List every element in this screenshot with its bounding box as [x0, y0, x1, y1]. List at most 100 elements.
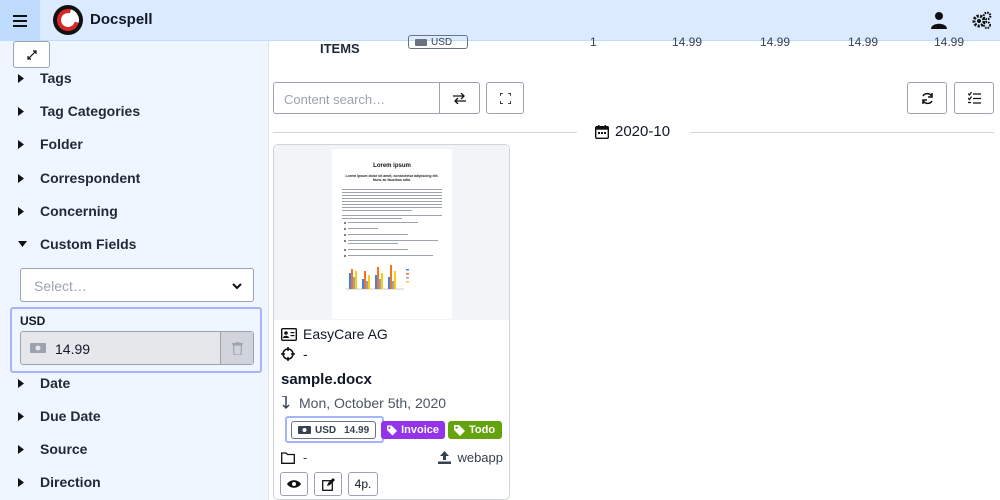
sidebar-item-label: Due Date: [40, 408, 101, 424]
caret-down-icon: [18, 241, 28, 247]
preview-subtitle: Lorem ipsum dolor sit amet, consectetur …: [345, 174, 439, 182]
expand-arrows-icon: [26, 49, 37, 60]
refresh-button[interactable]: [907, 82, 947, 114]
edit-item-button[interactable]: [314, 472, 342, 496]
caret-right-icon: [18, 378, 28, 388]
toggle-search-mode-button[interactable]: [440, 82, 480, 114]
sidebar-item-tags[interactable]: Tags: [18, 67, 72, 89]
user-icon[interactable]: [930, 11, 948, 29]
sidebar-item-label: Concerning: [40, 203, 118, 219]
stats-min: 14.99: [848, 35, 879, 49]
caret-right-icon: [18, 139, 28, 149]
item-source: webapp: [438, 450, 503, 465]
stats-field-badge: USD: [408, 35, 468, 49]
stats-items-label: ITEMS: [320, 41, 360, 56]
exchange-icon: [453, 92, 466, 104]
select-placeholder: Select…: [34, 278, 87, 294]
tag-label: Todo: [469, 424, 496, 436]
custom-field-label: USD: [20, 314, 46, 328]
stats-avg: 14.99: [760, 35, 791, 49]
item-correspondent: EasyCare AG: [281, 326, 388, 342]
sidebar-item-label: Tag Categories: [40, 103, 141, 119]
caret-right-icon: [18, 73, 28, 83]
custom-field-usd: USD 14.99: [10, 307, 262, 373]
custom-field-select[interactable]: Select…: [20, 268, 254, 302]
app-logo[interactable]: [52, 4, 84, 36]
sidebar-item-label: Source: [40, 441, 88, 457]
caret-right-icon: [18, 477, 28, 487]
item-date: Mon, October 5th, 2020: [281, 395, 446, 411]
content-search-input[interactable]: Content search…: [273, 82, 440, 114]
select-mode-button[interactable]: [954, 82, 994, 114]
tag-invoice[interactable]: Invoice: [381, 421, 445, 439]
tag-icon: [454, 424, 465, 436]
sidebar-item-folder[interactable]: Folder: [18, 133, 83, 155]
refresh-icon: [921, 92, 933, 104]
page-count-button[interactable]: 4p.: [348, 472, 378, 496]
sidebar-item-source[interactable]: Source: [18, 438, 87, 460]
expand-icon: [499, 92, 511, 104]
item-card[interactable]: Lorem ipsum Lorem ipsum dolor sit amet, …: [273, 144, 510, 500]
document-thumbnail: Lorem ipsum Lorem ipsum dolor sit amet, …: [332, 149, 452, 319]
money-bill-icon: [30, 343, 46, 353]
sidebar-item-label: Direction: [40, 474, 101, 490]
tag-todo[interactable]: Todo: [448, 421, 502, 439]
upload-icon: [438, 451, 452, 464]
expand-sidebar-button[interactable]: [13, 41, 50, 68]
sidebar-item-label: Correspondent: [40, 170, 141, 186]
main-content: ITEMS USD 1 14.99 14.99 14.99 14.99 Cont…: [270, 35, 1000, 500]
group-divider-right: [690, 132, 994, 133]
app-title[interactable]: Docspell: [90, 11, 153, 28]
sidebar-item-custom-fields[interactable]: Custom Fields: [18, 233, 136, 255]
sidebar-item-date[interactable]: Date: [18, 372, 70, 394]
custom-field-badge-value: 14.99: [344, 424, 370, 436]
sidebar-item-due-date[interactable]: Due Date: [18, 405, 101, 427]
caret-right-icon: [18, 411, 28, 421]
item-concerning: -: [281, 346, 308, 362]
concerning-value: -: [303, 346, 308, 362]
caret-right-icon: [18, 444, 28, 454]
gears-icon[interactable]: [972, 11, 992, 29]
preview-item-button[interactable]: [280, 472, 308, 496]
group-header: 2020-10: [595, 123, 670, 140]
sidebar-item-concerning[interactable]: Concerning: [18, 200, 118, 222]
stats-count: 1: [590, 35, 597, 49]
sidebar-item-tag-categories[interactable]: Tag Categories: [18, 100, 140, 122]
stats-badge-label: USD: [431, 36, 453, 48]
caret-right-icon: [18, 106, 28, 116]
item-folder: -: [281, 450, 307, 465]
search-sidebar: Tags Tag Categories Folder Correspondent…: [0, 41, 269, 500]
money-bill-icon: [298, 426, 311, 434]
tag-label: Invoice: [401, 424, 439, 436]
search-placeholder: Content search…: [284, 92, 386, 107]
calendar-icon: [595, 124, 609, 139]
tasks-icon: [967, 92, 981, 104]
group-divider-left: [273, 132, 577, 133]
crosshairs-icon: [281, 347, 295, 361]
menu-toggle-button[interactable]: [0, 0, 40, 41]
address-card-icon: [281, 327, 297, 341]
preview-chart: [346, 265, 409, 290]
delete-custom-field-button[interactable]: [220, 332, 253, 364]
date-value: Mon, October 5th, 2020: [299, 395, 447, 411]
sidebar-item-label: Tags: [40, 70, 72, 86]
arrow-incoming-icon: [282, 396, 290, 410]
money-bill-icon: [415, 38, 427, 46]
sidebar-item-label: Custom Fields: [40, 236, 137, 252]
trash-icon: [231, 341, 243, 355]
custom-field-value: 14.99: [55, 341, 91, 357]
item-preview[interactable]: Lorem ipsum Lorem ipsum dolor sit amet, …: [274, 145, 509, 320]
sidebar-item-direction[interactable]: Direction: [18, 471, 101, 493]
sidebar-item-label: Date: [40, 375, 71, 391]
sidebar-item-correspondent[interactable]: Correspondent: [18, 167, 140, 189]
tag-icon: [387, 424, 398, 436]
caret-right-icon: [18, 173, 28, 183]
item-title[interactable]: sample.docx: [281, 371, 372, 388]
fullscreen-button[interactable]: [486, 82, 524, 114]
custom-field-badge[interactable]: USD 14.99: [291, 421, 376, 439]
folder-value: -: [303, 450, 308, 465]
custom-field-badge-label: USD: [315, 424, 337, 436]
custom-field-value-input[interactable]: 14.99: [20, 331, 254, 365]
chevron-down-icon: [232, 283, 242, 290]
sidebar-item-label: Folder: [40, 136, 83, 152]
